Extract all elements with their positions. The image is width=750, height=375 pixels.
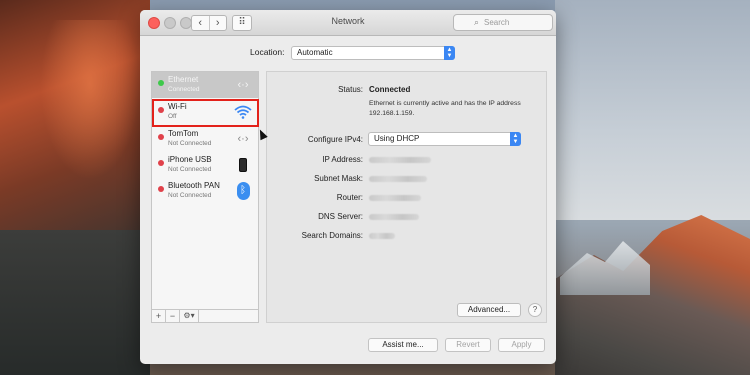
ip-address-value-redacted bbox=[369, 157, 431, 163]
ip-address-label: IP Address: bbox=[322, 155, 363, 164]
router-label: Router: bbox=[336, 193, 363, 202]
search-domains-label: Search Domains: bbox=[301, 231, 363, 240]
dns-server-label: DNS Server: bbox=[318, 212, 363, 221]
gear-icon[interactable]: ⚙▾ bbox=[180, 310, 199, 322]
chevron-updown-icon: ▲ ▼ bbox=[510, 132, 521, 146]
configure-ipv4-select[interactable]: Using DHCP ▲ ▼ bbox=[368, 132, 521, 146]
location-select[interactable]: Automatic ▲ ▼ bbox=[291, 46, 455, 60]
wallpaper-mountain-right bbox=[555, 215, 750, 375]
wallpaper-snow-peaks bbox=[560, 241, 650, 295]
revert-button[interactable]: Revert bbox=[445, 338, 491, 352]
search-domains-value-redacted bbox=[369, 233, 395, 239]
service-list-controls: + − ⚙▾ bbox=[152, 309, 258, 322]
search-field[interactable]: ⌕ Search bbox=[453, 14, 553, 31]
service-name: Bluetooth PAN bbox=[168, 181, 220, 190]
service-status: Not Connected bbox=[168, 140, 212, 147]
wallpaper-sky bbox=[555, 0, 750, 220]
router-value-redacted bbox=[369, 195, 421, 201]
search-icon: ⌕ bbox=[474, 17, 480, 27]
service-status: Not Connected bbox=[168, 166, 212, 173]
apply-button[interactable]: Apply bbox=[498, 338, 545, 352]
status-label: Status: bbox=[338, 85, 363, 94]
add-service-button[interactable]: + bbox=[152, 310, 166, 322]
location-value: Automatic bbox=[297, 48, 333, 57]
remove-service-button[interactable]: − bbox=[166, 310, 180, 322]
status-dot-red bbox=[158, 134, 164, 140]
dns-server-value-redacted bbox=[369, 214, 419, 220]
service-detail-panel: Status: Connected Ethernet is currently … bbox=[266, 71, 547, 323]
service-name: Ethernet bbox=[168, 75, 199, 84]
location-label: Location: bbox=[250, 47, 285, 57]
status-dot-red bbox=[158, 186, 164, 192]
wallpaper-glow bbox=[40, 20, 140, 180]
subnet-mask-label: Subnet Mask: bbox=[314, 174, 363, 183]
wifi-highlight-box bbox=[152, 99, 259, 127]
status-value: Connected bbox=[369, 85, 411, 94]
search-placeholder: Search bbox=[484, 18, 510, 27]
service-name: TomTom bbox=[168, 129, 199, 138]
advanced-button[interactable]: Advanced... bbox=[457, 303, 521, 317]
assist-me-button[interactable]: Assist me... bbox=[368, 338, 438, 352]
network-preferences-window: ‹ › ⠿ Network ⌕ Search Location: Automat… bbox=[140, 10, 556, 364]
configure-ipv4-value: Using DHCP bbox=[374, 134, 420, 143]
status-description: Ethernet is currently active and has the… bbox=[369, 100, 521, 117]
service-status: Not Connected bbox=[168, 192, 212, 199]
title-bar: ‹ › ⠿ Network ⌕ Search bbox=[140, 10, 556, 36]
status-dot-red bbox=[158, 160, 164, 166]
status-dot-green bbox=[158, 80, 164, 86]
help-button[interactable]: ? bbox=[528, 303, 542, 317]
chevron-updown-icon: ▲ ▼ bbox=[444, 46, 455, 60]
service-name: iPhone USB bbox=[168, 155, 212, 164]
subnet-mask-value-redacted bbox=[369, 176, 427, 182]
wallpaper-valley bbox=[0, 230, 150, 375]
service-status: Connected bbox=[168, 86, 200, 93]
